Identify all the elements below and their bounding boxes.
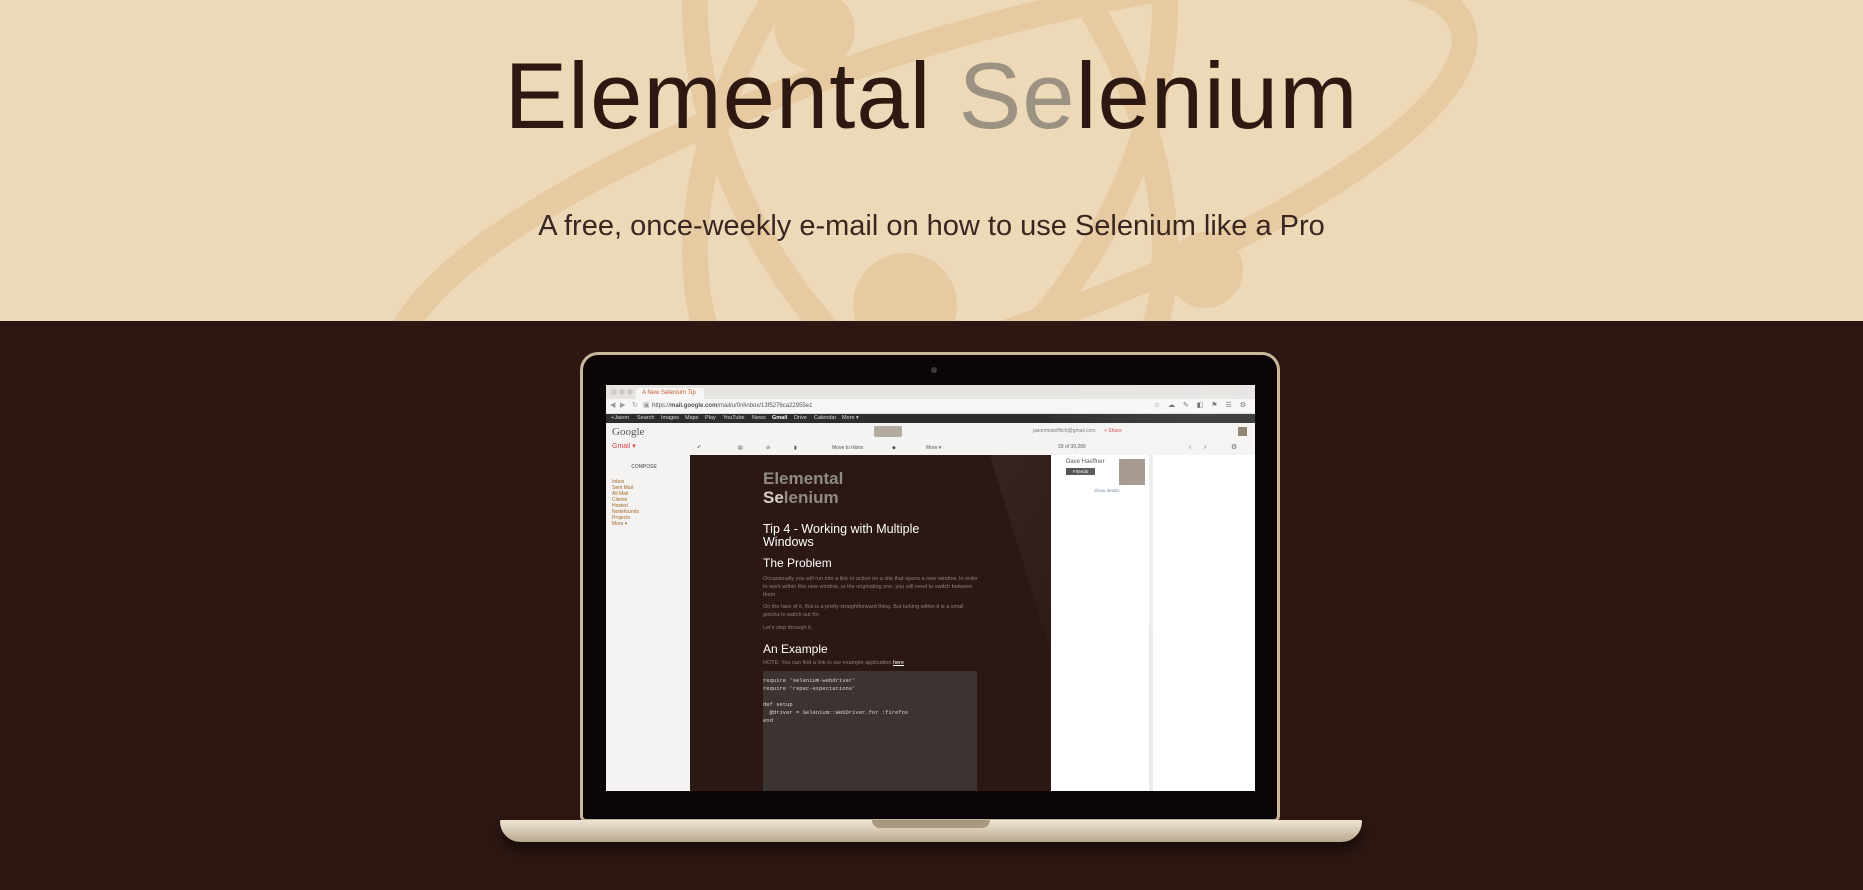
spam-icon[interactable]: ⊘ <box>766 444 770 452</box>
code-line: end <box>763 717 773 724</box>
email-tip-title: Tip 4 - Working with Multiple Windows <box>763 522 920 549</box>
label-icon[interactable]: ◆ <box>892 444 896 452</box>
archive-icon[interactable]: ▤ <box>738 444 743 452</box>
window-zoom-icon[interactable] <box>627 389 633 395</box>
email-logo-rest: lenium <box>783 488 839 507</box>
email-paragraph: On the face of it, this is a pretty stra… <box>763 604 964 618</box>
gbar-item[interactable]: YouTube <box>723 414 745 423</box>
email-logo-se: Se <box>763 488 784 507</box>
title-part-1: Elemental <box>504 43 959 148</box>
gear-icon[interactable]: ⚙ <box>1231 444 1237 452</box>
code-line: @driver = Selenium::WebDriver.for :firef… <box>763 709 909 716</box>
gbar-item[interactable]: +Jason <box>611 414 629 423</box>
browser-tab[interactable]: A New Selenium Tip <box>636 388 704 399</box>
browser-tab-bar: A New Selenium Tip <box>606 385 1255 399</box>
gbar-item[interactable]: More ▾ <box>842 414 859 423</box>
search-button[interactable] <box>874 426 902 437</box>
more-button[interactable]: More ▾ <box>926 444 941 452</box>
email-note: NOTE: You can find a link to our example… <box>763 659 978 667</box>
pager-count: 20 of 30,289 <box>1058 444 1086 450</box>
sidebar-item-more[interactable]: More ▾ <box>612 521 627 527</box>
example-app-link[interactable]: here <box>893 660 904 666</box>
contact-photo <box>1119 459 1145 485</box>
page-subtitle: A free, once-weekly e-mail on how to use… <box>538 210 1325 242</box>
gbar-item[interactable]: News <box>752 414 766 423</box>
hero-section: Elemental Selenium A free, once-weekly e… <box>0 0 1863 321</box>
gmail-label[interactable]: Gmail ▾ <box>612 442 636 450</box>
avatar[interactable] <box>1238 427 1247 436</box>
laptop-screen-bezel: A New Selenium Tip ◀ ▶ ↻ ▣ https://mail.… <box>580 352 1280 822</box>
back-arrow-icon[interactable]: ↶ <box>697 444 701 452</box>
code-line: def setup <box>763 701 793 708</box>
laptop-base <box>500 820 1362 842</box>
extension-icons[interactable]: ☆ ☁ ✎ ◧ ⚑ ☰ ⚙ <box>1154 401 1249 411</box>
account-email[interactable]: jasonmoseffitch@gmail.com <box>1033 428 1096 434</box>
email-paragraph: Occasionally you will run into a link or… <box>763 576 978 598</box>
url-path: /mail/u/0/#inbox/13f5276ca22955e1 <box>717 403 813 409</box>
window-minimize-icon[interactable] <box>619 389 625 395</box>
contact-name[interactable]: Dave Haeffner <box>1066 459 1105 465</box>
gbar-item[interactable]: Maps <box>685 414 698 423</box>
compose-button[interactable]: COMPOSE <box>616 463 672 472</box>
lock-icon: ▣ <box>643 402 650 409</box>
email-section-heading: An Example <box>763 642 828 656</box>
forward-icon[interactable]: ▶ <box>620 401 625 411</box>
delete-icon[interactable]: ▮ <box>794 444 797 452</box>
email-paragraph: Let's step through it. <box>763 625 813 631</box>
screen-glare <box>990 455 1051 715</box>
chevron-left-icon[interactable]: ‹ <box>1189 444 1191 452</box>
title-part-2: lenium <box>1075 43 1359 148</box>
chevron-right-icon[interactable]: › <box>1204 444 1206 452</box>
gmail-sidebar: COMPOSE Inbox Sent Mail All Mail Clients… <box>606 455 691 791</box>
gbar-item[interactable]: Play <box>705 414 716 423</box>
email-logo-line1: Elemental <box>763 469 844 488</box>
laptop-screen: A New Selenium Tip ◀ ▶ ↻ ▣ https://mail.… <box>606 385 1255 791</box>
url-prefix: https:// <box>652 403 671 409</box>
webcam-icon <box>931 367 937 373</box>
gbar-item-gmail[interactable]: Gmail <box>772 414 787 423</box>
share-button[interactable]: + Share <box>1104 428 1122 434</box>
title-highlight: Se <box>958 43 1076 148</box>
google-bar: +Jason Search Images Maps Play YouTube N… <box>606 414 1255 423</box>
back-icon[interactable]: ◀ <box>610 401 615 411</box>
laptop-notch <box>872 820 990 828</box>
email-body: Elemental Selenium Tip 4 - Working with … <box>690 455 1051 791</box>
email-logo: Elemental Selenium <box>763 469 843 507</box>
url-field[interactable]: https://mail.google.com/mail/u/0/#inbox/… <box>652 401 812 411</box>
contact-sidebar: Dave Haeffner Friends Show details <box>1051 455 1255 791</box>
code-line: require 'selenium-webdriver' <box>763 677 856 684</box>
google-logo[interactable]: Google <box>612 426 644 438</box>
friends-badge[interactable]: Friends <box>1066 468 1095 475</box>
scrollbar[interactable] <box>1149 455 1153 791</box>
gbar-item[interactable]: Images <box>661 414 679 423</box>
reload-icon[interactable]: ↻ <box>632 401 638 411</box>
gmail-header: Google jasonmoseffitch@gmail.com + Share <box>606 423 1255 441</box>
gbar-item[interactable]: Calendar <box>814 414 836 423</box>
address-bar: ◀ ▶ ↻ ▣ https://mail.google.com/mail/u/0… <box>606 399 1255 414</box>
gbar-item[interactable]: Drive <box>794 414 807 423</box>
show-details-link[interactable]: Show details <box>1094 488 1120 493</box>
gbar-item[interactable]: Search <box>637 414 654 423</box>
page-title: Elemental Selenium <box>0 36 1863 156</box>
email-note-text: NOTE: You can find a link to our example… <box>763 660 893 666</box>
window-close-icon[interactable] <box>611 389 617 395</box>
code-block: require 'selenium-webdriver' require 'rs… <box>763 671 977 791</box>
email-logo-line2: Selenium <box>763 488 843 507</box>
move-to-inbox-button[interactable]: Move to Inbox <box>832 444 863 452</box>
gmail-toolbar: Gmail ▾ ↶ ▤ ⊘ ▮ Move to Inbox ◆ More ▾ 2… <box>606 441 1255 455</box>
url-domain: mail.google.com <box>670 403 718 409</box>
code-line: require 'rspec-expectations' <box>763 685 856 692</box>
email-section-heading: The Problem <box>763 556 832 570</box>
